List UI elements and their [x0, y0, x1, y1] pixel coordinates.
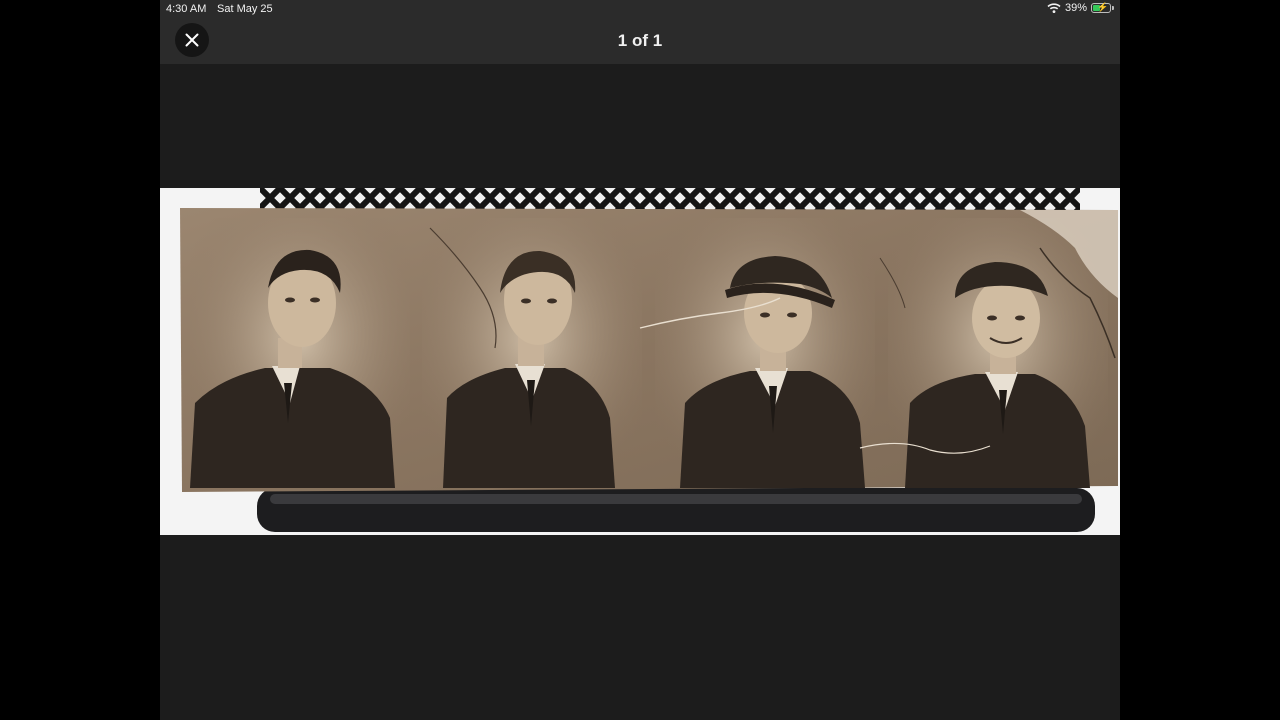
battery-icon: ⚡ [1091, 2, 1111, 13]
charging-bolt-icon: ⚡ [1097, 2, 1109, 12]
photo-viewer-screen: 4:30 AM Sat May 25 39% ⚡ 1 of 1 [160, 0, 1120, 720]
antique-photo-strip [160, 188, 1120, 535]
status-date: Sat May 25 [217, 3, 273, 15]
page-counter: 1 of 1 [617, 31, 663, 50]
battery-cap [1112, 6, 1114, 10]
battery-percentage: 39% [1064, 2, 1087, 14]
status-bar: 4:30 AM Sat May 25 39% ⚡ [160, 0, 1120, 18]
wifi-icon [1047, 3, 1061, 14]
status-time: 4:30 AM [166, 3, 207, 15]
viewer-toolbar: 1 of 1 [160, 18, 1120, 64]
photo-image[interactable] [160, 188, 1120, 535]
status-indicators: 39% ⚡ [1047, 2, 1114, 14]
